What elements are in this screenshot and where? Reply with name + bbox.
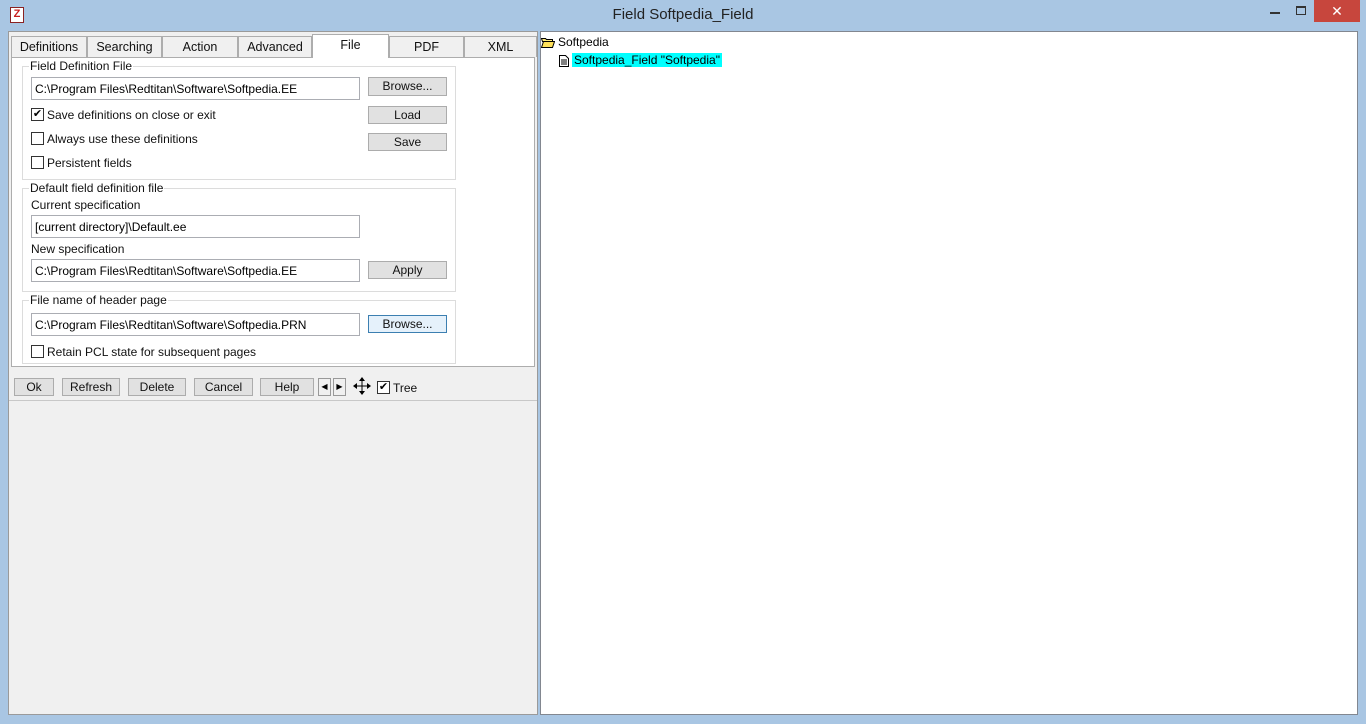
apply-button[interactable]: Apply xyxy=(368,261,447,279)
minimize-icon xyxy=(1270,12,1280,14)
help-button[interactable]: Help xyxy=(260,378,314,396)
cancel-button[interactable]: Cancel xyxy=(194,378,253,396)
header-page-title: File name of header page xyxy=(29,293,168,307)
default-definition-title: Default field definition file xyxy=(29,181,165,195)
tab-searching[interactable]: Searching xyxy=(87,36,162,57)
field-definition-file-title: Field Definition File xyxy=(29,59,134,73)
close-icon: ✕ xyxy=(1331,3,1343,19)
document-icon xyxy=(559,54,569,67)
field-definition-file-group: Field Definition File Browse... Load Sav… xyxy=(22,59,456,180)
next-arrow-button[interactable]: ▶ xyxy=(333,378,346,396)
persistent-fields-checkbox[interactable] xyxy=(31,156,44,169)
new-specification-input[interactable] xyxy=(31,259,360,282)
header-page-group: File name of header page Browse... Retai… xyxy=(22,293,456,364)
browse-definition-button[interactable]: Browse... xyxy=(368,77,447,96)
tree-label: Tree xyxy=(393,381,418,395)
title-bar: Z Field Softpedia_Field ✕ xyxy=(0,0,1366,31)
header-page-path-input[interactable] xyxy=(31,313,360,336)
always-use-checkbox[interactable] xyxy=(31,132,44,145)
default-definition-group: Default field definition file Current sp… xyxy=(22,181,456,292)
tab-advanced[interactable]: Advanced xyxy=(238,36,312,57)
tab-action[interactable]: Action xyxy=(162,36,238,57)
maximize-button[interactable] xyxy=(1288,0,1314,22)
left-pane: Definitions Searching Action Advanced Fi… xyxy=(8,31,538,715)
tab-strip: Definitions Searching Action Advanced Fi… xyxy=(11,34,537,58)
save-button[interactable]: Save xyxy=(368,133,447,151)
tree-item-field[interactable]: Softpedia_Field "Softpedia" xyxy=(559,53,722,67)
delete-button[interactable]: Delete xyxy=(128,378,186,396)
tab-definitions[interactable]: Definitions xyxy=(11,36,87,57)
retain-pcl-checkbox[interactable] xyxy=(31,345,44,358)
maximize-icon xyxy=(1296,6,1306,15)
ok-button[interactable]: Ok xyxy=(14,378,54,396)
load-button[interactable]: Load xyxy=(368,106,447,124)
current-specification-input[interactable] xyxy=(31,215,360,238)
tree-checkbox[interactable]: ✔ xyxy=(377,381,390,394)
open-folder-icon xyxy=(541,38,555,49)
current-specification-label: Current specification xyxy=(31,198,141,212)
tab-file[interactable]: File xyxy=(312,34,389,58)
tree-item-root[interactable]: Softpedia xyxy=(541,35,609,49)
field-definition-path-input[interactable] xyxy=(31,77,360,100)
window-title: Field Softpedia_Field xyxy=(612,6,754,23)
tree-child-label: Softpedia_Field "Softpedia" xyxy=(572,53,722,67)
save-on-close-label: Save definitions on close or exit xyxy=(47,108,216,122)
file-tab-page: Field Definition File Browse... Load Sav… xyxy=(11,57,535,367)
always-use-label: Always use these definitions xyxy=(47,132,198,146)
close-button[interactable]: ✕ xyxy=(1314,0,1360,22)
bottom-separator xyxy=(9,400,537,401)
minimize-button[interactable] xyxy=(1262,0,1288,22)
save-on-close-checkbox[interactable]: ✔ xyxy=(31,108,44,121)
bottom-button-bar: Ok Refresh Delete Cancel Help ◀ ▶ ✔ Tree xyxy=(9,374,537,402)
refresh-button[interactable]: Refresh xyxy=(62,378,120,396)
previous-arrow-button[interactable]: ◀ xyxy=(318,378,331,396)
retain-pcl-label: Retain PCL state for subsequent pages xyxy=(47,345,257,359)
new-specification-label: New specification xyxy=(31,242,125,256)
tab-pdf[interactable]: PDF xyxy=(389,36,464,57)
tree-root-label: Softpedia xyxy=(558,35,609,49)
browse-header-button[interactable]: Browse... xyxy=(368,315,447,333)
tree-view[interactable]: Softpedia Softpedia_Field "Softpedia" xyxy=(540,31,1358,715)
persistent-fields-label: Persistent fields xyxy=(47,156,132,170)
move-arrows-icon[interactable] xyxy=(353,377,371,395)
tab-xml[interactable]: XML xyxy=(464,36,537,57)
